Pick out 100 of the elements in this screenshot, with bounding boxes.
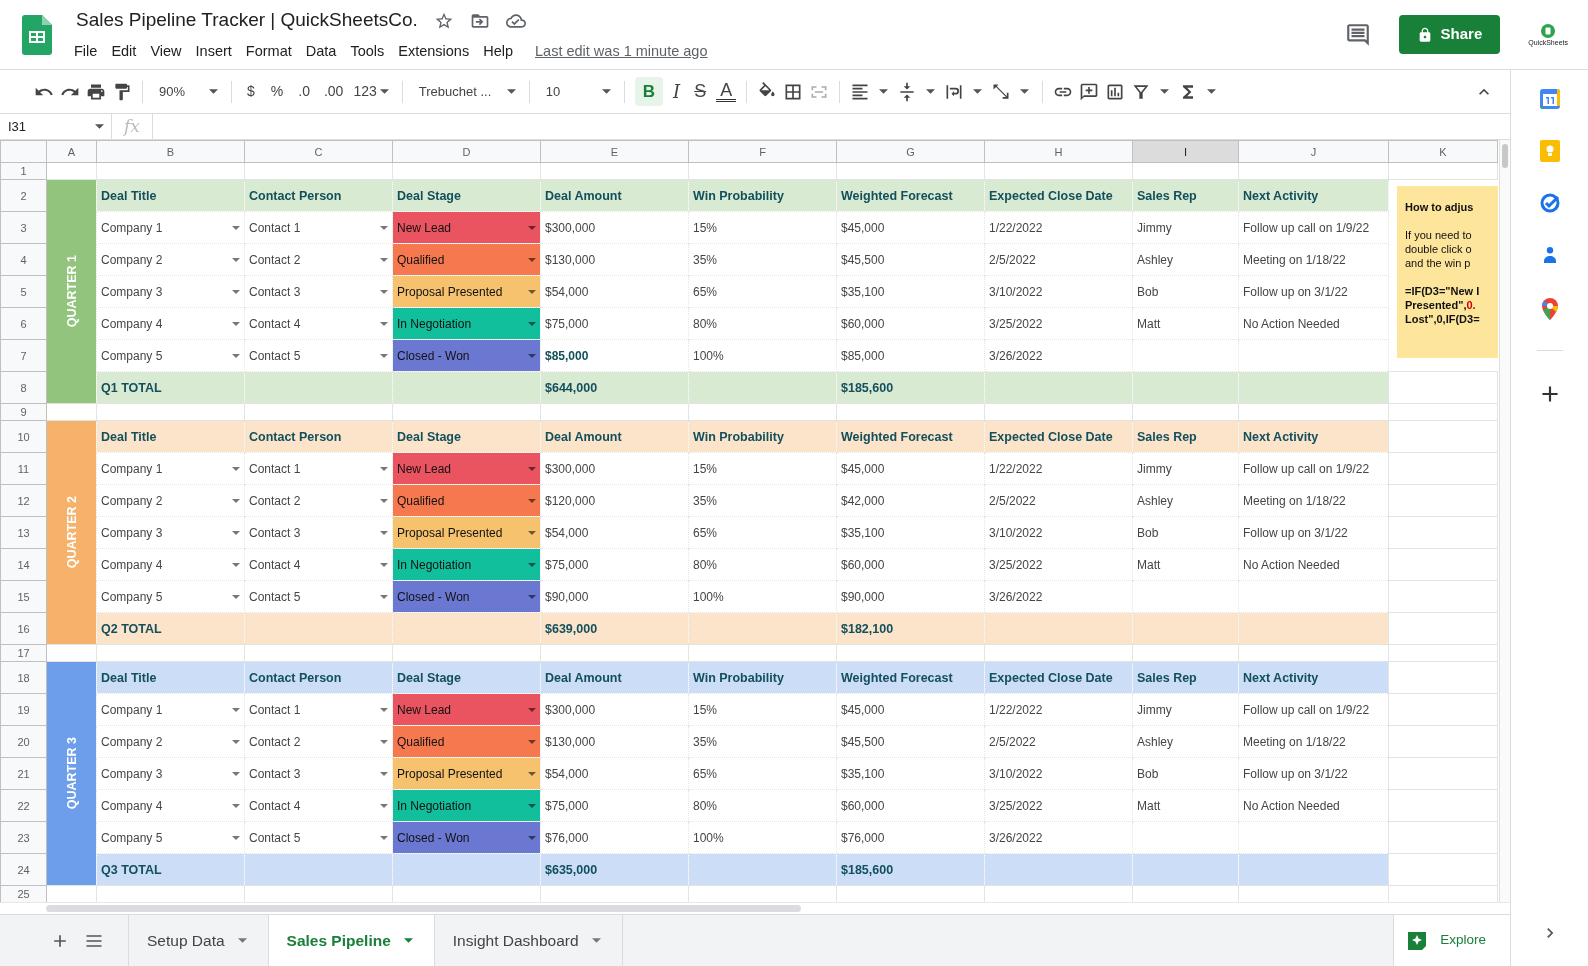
column-header[interactable]: K (1388, 140, 1498, 163)
contact-name[interactable]: Contact 1 (249, 461, 301, 476)
increase-decimals[interactable]: .00 (319, 81, 348, 102)
dropdown-arrow-icon[interactable] (528, 707, 536, 712)
deal-title[interactable]: Company 1 (101, 702, 163, 717)
row-number[interactable]: 22 (0, 789, 47, 822)
menu-item[interactable]: Tools (350, 40, 385, 63)
zoom-select[interactable]: 90% (159, 81, 186, 102)
dropdown-arrow-icon[interactable] (232, 803, 240, 808)
task-check-icon[interactable] (1538, 192, 1561, 214)
row-number[interactable]: 2 (0, 179, 47, 212)
row-number[interactable]: 11 (0, 452, 47, 485)
caret-icon[interactable] (973, 89, 983, 94)
add-comment-icon[interactable] (1079, 81, 1100, 102)
row-number[interactable]: 13 (0, 516, 47, 549)
contact-name[interactable]: Contact 4 (249, 557, 301, 572)
dropdown-arrow-icon[interactable] (528, 771, 536, 776)
dropdown-arrow-icon[interactable] (380, 594, 388, 599)
decrease-decimals[interactable]: .0 (294, 81, 314, 102)
dropdown-arrow-icon[interactable] (528, 321, 536, 326)
strikethrough-button[interactable]: S (690, 78, 711, 105)
menu-item[interactable]: Help (483, 40, 513, 63)
stage-highlight[interactable]: Qualified (392, 725, 541, 758)
stage-highlight[interactable]: New Lead (392, 452, 541, 485)
dropdown-arrow-icon[interactable] (528, 739, 536, 744)
caret-icon[interactable] (1207, 89, 1217, 94)
column-header[interactable]: I (1132, 140, 1239, 163)
dropdown-arrow-icon[interactable] (528, 466, 536, 471)
dropdown-arrow-icon[interactable] (232, 225, 240, 230)
dropdown-arrow-icon[interactable] (528, 835, 536, 840)
dropdown-arrow-icon[interactable] (380, 225, 388, 230)
dropdown-arrow-icon[interactable] (232, 466, 240, 471)
deal-title[interactable]: Company 1 (101, 461, 163, 476)
row-number[interactable]: 19 (0, 693, 47, 726)
row-number[interactable]: 16 (0, 612, 47, 645)
note-card[interactable]: How to adjus If you need to double click o and the win p =IF(D3="New I Presented",0. Lost",0,IF(D3= (1397, 186, 1498, 358)
stage-highlight[interactable]: Qualified (392, 243, 541, 276)
dropdown-arrow-icon[interactable] (232, 498, 240, 503)
stage-highlight[interactable]: In Negotiation (392, 789, 541, 822)
dropdown-arrow-icon[interactable] (380, 466, 388, 471)
row-number[interactable]: 5 (0, 275, 47, 308)
column-header[interactable]: D (392, 140, 541, 163)
currency-format[interactable]: $ (242, 81, 260, 102)
explore-button[interactable]: Explore (1393, 915, 1510, 966)
bold-button[interactable]: B (634, 76, 664, 107)
dropdown-arrow-icon[interactable] (528, 594, 536, 599)
column-header[interactable]: G (836, 140, 985, 163)
dropdown-arrow-icon[interactable] (380, 739, 388, 744)
paint-roller-icon[interactable] (112, 81, 132, 102)
stage-highlight[interactable]: New Lead (392, 693, 541, 726)
caret-icon[interactable] (1160, 89, 1170, 94)
name-box[interactable]: I31 (8, 116, 27, 137)
contact-name[interactable]: Contact 2 (249, 252, 301, 267)
row-number[interactable]: 8 (0, 371, 47, 404)
contact-name[interactable]: Contact 2 (249, 734, 301, 749)
dropdown-arrow-icon[interactable] (380, 707, 388, 712)
column-header[interactable]: F (688, 140, 837, 163)
document-title[interactable]: Sales Pipeline Tracker | QuickSheetsCo. (76, 6, 418, 35)
contact-name[interactable]: Contact 3 (249, 284, 301, 299)
caret-icon[interactable] (879, 89, 889, 94)
dropdown-arrow-icon[interactable] (380, 257, 388, 262)
dropdown-arrow-icon[interactable] (232, 562, 240, 567)
menu-item[interactable]: Edit (111, 40, 137, 63)
dropdown-arrow-icon[interactable] (528, 803, 536, 808)
caret-icon[interactable] (209, 89, 218, 94)
row-number[interactable]: 18 (0, 661, 47, 694)
dropdown-arrow-icon[interactable] (528, 498, 536, 503)
dropdown-arrow-icon[interactable] (232, 771, 240, 776)
map-pin-icon[interactable] (1541, 298, 1558, 320)
dropdown-arrow-icon[interactable] (232, 257, 240, 262)
dropdown-arrow-icon[interactable] (528, 353, 536, 358)
dropdown-arrow-icon[interactable] (232, 594, 240, 599)
row-number[interactable]: 14 (0, 548, 47, 581)
sheet-tab[interactable]: Sales Pipeline (267, 915, 434, 966)
contact-name[interactable]: Contact 2 (249, 493, 301, 508)
stage-highlight[interactable]: Closed - Won (392, 339, 541, 372)
dropdown-arrow-icon[interactable] (528, 257, 536, 262)
row-number[interactable]: 10 (0, 420, 47, 453)
deal-title[interactable]: Company 5 (101, 830, 163, 845)
stage-highlight[interactable]: Closed - Won (392, 821, 541, 854)
deal-title[interactable]: Company 2 (101, 734, 163, 749)
dropdown-arrow-icon[interactable] (528, 225, 536, 230)
stage-highlight[interactable]: Proposal Presented (392, 275, 541, 308)
column-header[interactable]: A (46, 140, 97, 163)
deal-title[interactable]: Company 4 (101, 557, 163, 572)
dropdown-arrow-icon[interactable] (232, 321, 240, 326)
row-number[interactable]: 21 (0, 757, 47, 790)
deal-title[interactable]: Company 4 (101, 798, 163, 813)
deal-title[interactable]: Company 2 (101, 252, 163, 267)
contact-name[interactable]: Contact 1 (249, 702, 301, 717)
calendar-icon[interactable] (1538, 88, 1561, 110)
column-header[interactable]: H (984, 140, 1133, 163)
deal-title[interactable]: Company 3 (101, 766, 163, 781)
row-number[interactable]: 20 (0, 725, 47, 758)
caret-icon[interactable] (379, 89, 389, 94)
contact-name[interactable]: Contact 4 (249, 798, 301, 813)
caret-icon[interactable] (926, 89, 936, 94)
deal-title[interactable]: Company 4 (101, 316, 163, 331)
stage-highlight[interactable]: Proposal Presented (392, 757, 541, 790)
row-number[interactable]: 24 (0, 853, 47, 886)
